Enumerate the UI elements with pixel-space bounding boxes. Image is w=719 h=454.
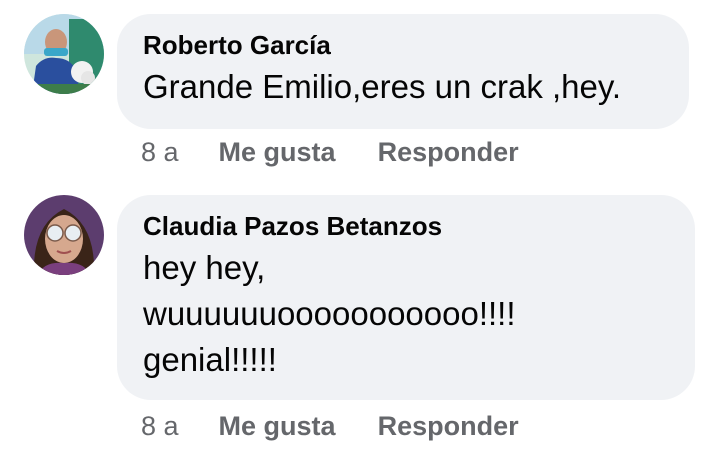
comment-timestamp[interactable]: 8 a <box>141 137 179 168</box>
comment-actions: 8 a Me gusta Responder <box>141 134 519 170</box>
comment-text-line: genial!!!!! <box>143 341 277 378</box>
reply-button[interactable]: Responder <box>378 411 519 442</box>
like-button[interactable]: Me gusta <box>219 137 336 168</box>
comment-actions: 8 a Me gusta Responder <box>141 408 519 444</box>
comment-bubble: Claudia Pazos Betanzos hey hey, wuuuuuuo… <box>117 195 695 400</box>
comment-text-line: wuuuuuuooooooooooo!!!! <box>143 295 516 332</box>
like-button[interactable]: Me gusta <box>219 411 336 442</box>
comment-author[interactable]: Roberto García <box>143 28 663 62</box>
avatar[interactable] <box>24 14 104 94</box>
user-avatar-photo-icon <box>24 195 104 275</box>
comment-author[interactable]: Claudia Pazos Betanzos <box>143 209 669 243</box>
user-avatar-photo-icon <box>24 14 104 94</box>
reply-button[interactable]: Responder <box>378 137 519 168</box>
avatar[interactable] <box>24 195 104 275</box>
comment-text: Grande Emilio,eres un crak ,hey. <box>143 64 663 110</box>
comment-text: hey hey, wuuuuuuooooooooooo!!!! genial!!… <box>143 245 669 383</box>
comment-bubble: Roberto García Grande Emilio,eres un cra… <box>117 14 689 129</box>
comment-text-line: hey hey, <box>143 249 266 286</box>
comment-text-line: Grande Emilio,eres un crak ,hey. <box>143 68 622 105</box>
comment-timestamp[interactable]: 8 a <box>141 411 179 442</box>
